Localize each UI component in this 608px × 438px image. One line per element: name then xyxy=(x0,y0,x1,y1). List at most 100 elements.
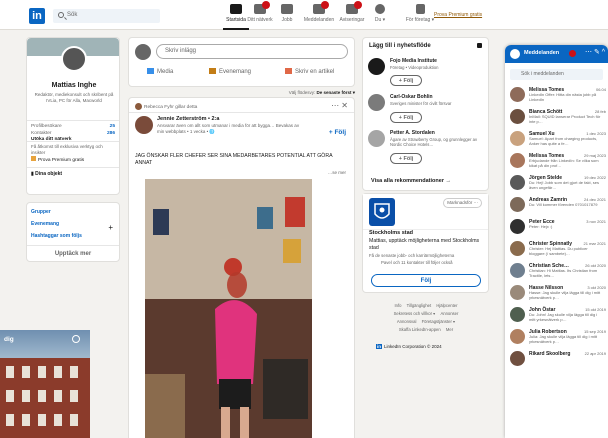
conversation-item[interactable]: Andreas Zamrin 24 dec 2021 Du: Vill kommer… xyxy=(510,195,606,217)
footer-link[interactable]: Annonser xyxy=(440,311,458,316)
conversation-preview: Samuel: Apart from charging products, An… xyxy=(529,137,598,146)
footer-link[interactable]: Hjälpcenter xyxy=(436,303,457,308)
messaging-header[interactable]: Meddelanden ⋯ ✎ ^ xyxy=(505,45,608,63)
conversation-item[interactable]: Samuel Xu 1 dec 2023 Samuel: Apart from ch… xyxy=(510,129,606,151)
conversation-time: 22 apr 2019 xyxy=(584,351,606,356)
top-nav-bar: in Sök Startsida Ditt nätverk Jobb Medde… xyxy=(0,0,608,30)
rec-avatar[interactable] xyxy=(368,94,385,111)
rec-desc: Ägare av Strawberry Group, og grunnlegge… xyxy=(390,137,478,147)
rec-desc: Företag • Videoproduktion xyxy=(390,65,439,70)
conversation-time: 26 okt 2020 xyxy=(585,263,606,268)
nav-me[interactable]: Du ▾ xyxy=(363,4,397,28)
footer-link[interactable]: Skaffa LinkedIn-appen xyxy=(399,327,441,332)
conversation-item[interactable]: Christer Spinnatly 21 mar 2021 Christer: H… xyxy=(510,239,606,261)
nav-business[interactable]: För företag ▾ xyxy=(403,4,437,28)
premium-icon xyxy=(31,156,36,161)
stockholm-logo[interactable] xyxy=(369,198,395,226)
nav-messaging[interactable]: Meddelanden xyxy=(302,1,336,28)
try-premium-link[interactable]: Prova Premium gratis xyxy=(31,156,84,163)
conversation-item[interactable]: Melissa Tomes 29 maj 2023 Erbjudande från … xyxy=(510,151,606,173)
view-all-recommendations-link[interactable]: Visa alla rekommendationer → xyxy=(371,178,451,184)
search-input[interactable]: Sök xyxy=(53,9,160,23)
conversation-item[interactable]: Rikard Skoolberg 22 apr 2019 xyxy=(510,349,606,371)
ad-company-name[interactable]: Stockholms stad xyxy=(369,230,413,236)
media-button[interactable]: Media xyxy=(147,68,173,75)
footer-link[interactable]: Mer xyxy=(446,327,453,332)
footer-link[interactable]: Företagstjänster ▾ xyxy=(422,319,456,324)
search-icon[interactable] xyxy=(72,335,80,343)
conversation-item[interactable]: John Östar 15 okt 2019 Du: John! Jag skull… xyxy=(510,305,606,327)
conversation-item[interactable]: Jörgen Stelde 19 dec 2022 Du: Hej! Jobb so… xyxy=(510,173,606,195)
liker-text: Rebecca Fyhr gillar detta xyxy=(144,105,198,110)
messaging-search-input[interactable]: Sök i meddelanden xyxy=(510,69,603,80)
conversation-avatar xyxy=(510,263,525,278)
footer-link[interactable]: Annonsval xyxy=(397,319,417,324)
conversation-preview: Hasse: Jag skulle vilja lägga till dig i… xyxy=(529,291,601,300)
stat-visitors[interactable]: Profilbesökare 25 xyxy=(31,124,115,129)
nav-jobs-label: Jobb xyxy=(281,17,293,23)
info-icon[interactable] xyxy=(477,43,482,48)
follow-button[interactable]: + Följ xyxy=(390,75,422,86)
hashtags-link[interactable]: Hashtaggar som följs xyxy=(31,233,82,239)
profile-avatar[interactable] xyxy=(61,46,87,72)
rec-avatar[interactable] xyxy=(368,130,385,147)
conversation-time: 19 dec 2022 xyxy=(583,175,606,180)
conversation-item[interactable]: Melissa Tomes 06.04 LinkedIn Offer: Hitta … xyxy=(510,85,606,107)
events-link[interactable]: Evenemang xyxy=(31,221,59,227)
rec-name[interactable]: Fojo Media Institute xyxy=(390,58,437,64)
saved-items-link[interactable]: ▮ Dina objekt xyxy=(31,171,62,177)
profile-name[interactable]: Mattias Inghe xyxy=(31,82,117,89)
feed-post: Rebecca Fyhr gillar detta ⋯ ✕ Jennie Zet… xyxy=(128,97,355,438)
conversation-item[interactable]: Hasse Nilsson 3 okt 2020 Hasse: Jag skulle… xyxy=(510,283,606,305)
composer-avatar xyxy=(135,44,151,60)
start-post-input[interactable]: Skriv inlägg xyxy=(156,44,348,59)
nav-me-label: Du ▾ xyxy=(374,17,386,23)
conversation-item[interactable]: Peter Ecce 3 nov 2021 Peter: Hejx :) xyxy=(510,217,606,239)
footer-link[interactable]: Info xyxy=(394,303,401,308)
messaging-panel: Meddelanden ⋯ ✎ ^ Sök i meddelanden Meli… xyxy=(505,45,608,438)
event-button[interactable]: Evenemang xyxy=(209,68,251,75)
communities-card: Grupper Evenemang + Hashtaggar som följs… xyxy=(26,202,120,262)
write-article-button[interactable]: Skriv en artikel xyxy=(285,68,334,75)
conversation-item[interactable]: Christian Sche… 26 okt 2020 Christian: Hi … xyxy=(510,261,606,283)
rec-desc: Sveriges minister för civilt försvar xyxy=(390,101,452,106)
author-name[interactable]: Jennie Zetterström • 2:a xyxy=(157,116,219,122)
stat-visitors-value: 25 xyxy=(109,124,115,129)
stat-connections[interactable]: Kontakter 286 xyxy=(31,131,115,136)
promoted-tag[interactable]: Marknadsför ⋯ xyxy=(443,198,482,208)
feed-sort[interactable]: Välj flödesvy: De senaste först ▾ xyxy=(128,90,355,96)
nav-jobs[interactable]: Jobb xyxy=(270,4,304,28)
conversation-item[interactable]: Julia Robertson 15 sep 2019 Julia: Jag sku… xyxy=(510,327,606,349)
conversation-preview: Peter: Hejx :) xyxy=(529,225,553,229)
sponsored-ad-card: Marknadsför ⋯ Stockholms stad Mattias, u… xyxy=(362,193,489,293)
discover-more-link[interactable]: Upptäck mer xyxy=(27,251,119,257)
video-thumbnail[interactable]: dig xyxy=(0,330,90,438)
rec-name[interactable]: Carl-Oskar Bohlin xyxy=(390,94,433,100)
avatar-icon xyxy=(375,4,385,14)
profile-card: Mattias Inghe Redaktör, mediekonsult och… xyxy=(26,37,120,195)
messaging-menu-icon[interactable]: ⋯ ✎ ^ xyxy=(585,48,605,56)
nav-network-badge xyxy=(262,1,270,9)
add-event-icon[interactable]: + xyxy=(108,223,113,232)
footer-link[interactable]: Tillgänglighet xyxy=(407,303,432,308)
conversation-item[interactable]: Bianca Schött 28 feb InMail: SQUID lansera… xyxy=(510,107,606,129)
bell-icon xyxy=(346,1,362,14)
footer-link[interactable]: Sekretess och villkor ▾ xyxy=(394,311,436,316)
ad-follow-button[interactable]: Följ xyxy=(371,274,481,287)
see-more-link[interactable]: …se mer xyxy=(328,170,346,175)
fojo-logo[interactable] xyxy=(368,58,385,75)
rec-name[interactable]: Petter A. Stordalen xyxy=(390,130,435,136)
conversation-avatar xyxy=(510,153,525,168)
conversation-time: 15 sep 2019 xyxy=(583,329,606,334)
author-avatar[interactable] xyxy=(135,116,153,134)
groups-link[interactable]: Grupper xyxy=(31,209,51,215)
follow-button[interactable]: + Följ xyxy=(390,112,422,123)
follow-author-button[interactable]: + Följ xyxy=(329,129,346,136)
add-to-feed-card: Lägg till i nyhetsflöde Fojo Media Insti… xyxy=(362,37,489,191)
post-image[interactable] xyxy=(145,179,312,438)
premium-link[interactable]: Prova Premium gratis xyxy=(434,12,482,18)
follow-button[interactable]: + Följ xyxy=(390,153,422,164)
post-menu-icon[interactable]: ⋯ ✕ xyxy=(331,101,348,110)
premium-insights-text: Få åtkomst till exklusiva verktyg och in… xyxy=(31,144,103,155)
linkedin-logo[interactable]: in xyxy=(29,8,45,24)
